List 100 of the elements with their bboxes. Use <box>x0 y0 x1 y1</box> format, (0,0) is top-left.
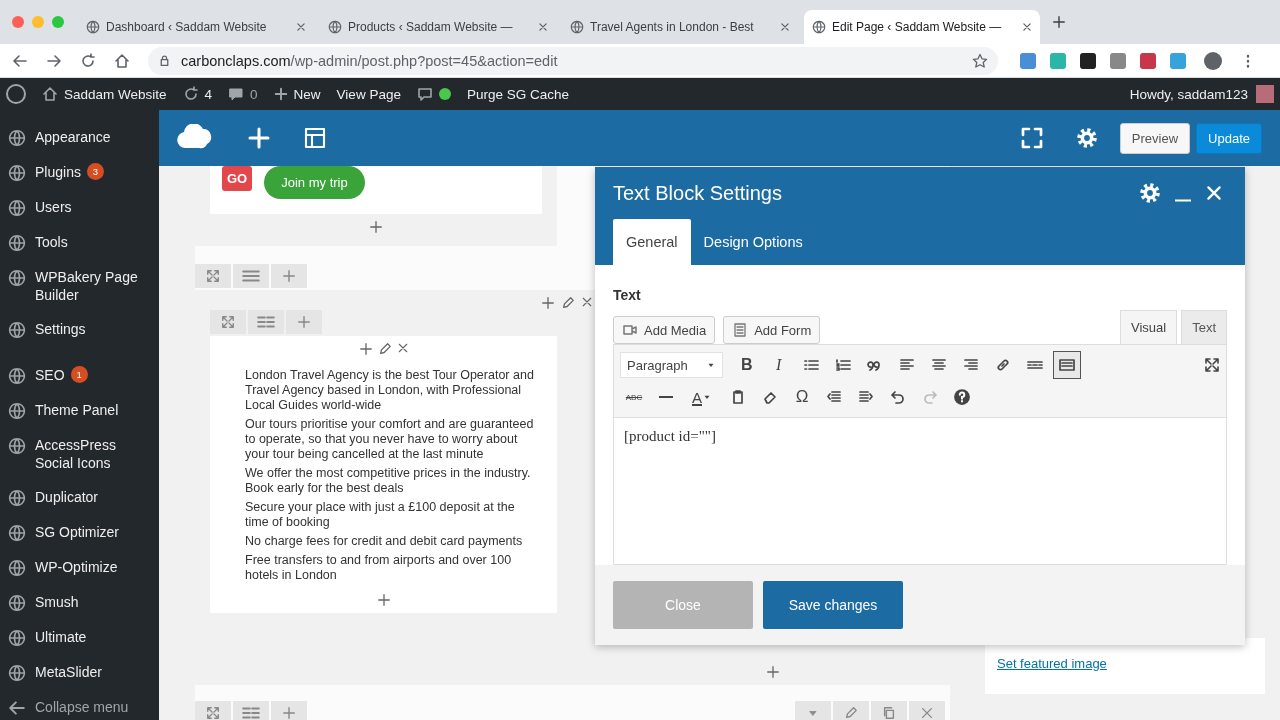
logo-icon[interactable] <box>6 84 26 104</box>
new-link[interactable]: New <box>293 86 321 102</box>
sidebar-item[interactable]: WPBakery Page Builder <box>35 268 151 304</box>
italic-button[interactable]: I <box>764 351 793 379</box>
update-button[interactable]: Update <box>1196 122 1262 154</box>
updates-count[interactable]: 4 <box>204 86 213 102</box>
undo-icon <box>890 389 906 405</box>
list-item: Our tours prioritise your comfort and are guaranteed to operate, so that you never have to worry about your tour being cancelled at the last minute <box>245 417 535 462</box>
copy-icon <box>882 706 896 720</box>
sidebar-item[interactable]: Theme Panel <box>35 401 119 419</box>
back-icon <box>12 52 28 69</box>
reload-icon <box>80 52 96 69</box>
toolbar-toggle-button[interactable] <box>1052 351 1081 379</box>
settings-icon[interactable] <box>1075 127 1098 149</box>
layout-handle[interactable] <box>248 310 284 334</box>
settings-icon[interactable] <box>1139 182 1161 204</box>
browser-tab[interactable]: Products ‹ Saddam Website — <box>320 10 556 44</box>
sidebar-item[interactable]: Smush <box>35 593 79 611</box>
editor-content[interactable]: [product id=""] <box>614 418 1226 564</box>
align-right-icon <box>962 357 979 373</box>
link-icon <box>994 357 1011 373</box>
sidebar-item[interactable]: Appearance <box>35 128 111 146</box>
list-item: London Travel Agency is the best Tour Operator and Travel Agency based in London, with Professional Local Guides world-wide <box>245 368 535 413</box>
dialog-tab[interactable]: Design Options <box>690 219 816 265</box>
indent-icon <box>858 389 874 405</box>
globe-icon <box>812 20 826 34</box>
collapse-icon <box>8 699 26 717</box>
pencil-icon <box>377 342 392 356</box>
plus-icon <box>282 269 296 283</box>
redo-icon <box>922 389 938 405</box>
window-close-button[interactable] <box>12 16 24 28</box>
sidebar-item[interactable]: Users <box>35 198 72 216</box>
plus-icon <box>358 342 373 356</box>
sidebar-item[interactable]: AccessPress Social Icons <box>35 436 151 472</box>
comments-count[interactable]: 0 <box>250 86 258 102</box>
text-color-button[interactable]: A <box>684 383 720 411</box>
preview-button[interactable]: Preview <box>1119 122 1191 154</box>
strikethrough-button[interactable]: ABC <box>620 383 648 411</box>
list-item: We offer the most competitive prices in the industry. Book early for the best deals <box>245 466 532 496</box>
field-label: Text <box>613 287 642 303</box>
move-handle[interactable] <box>195 264 231 288</box>
sidebar-item[interactable]: SEO 1 <box>35 366 88 384</box>
sidebar-item[interactable]: Tools <box>35 233 68 251</box>
align-left-icon <box>898 357 915 373</box>
delete-button[interactable] <box>909 701 945 720</box>
list-item: Free transfers to and from airports and over 100 hotels in London <box>245 553 513 583</box>
edit-button[interactable] <box>833 701 869 720</box>
purge-cache-link[interactable]: Purge SG Cache <box>466 86 569 102</box>
bold-button[interactable]: B <box>732 351 761 379</box>
sidebar-item[interactable]: WP-Optimize <box>35 558 118 576</box>
view-page-link[interactable]: View Page <box>336 86 401 102</box>
add-form-button[interactable]: Add Form <box>723 316 821 344</box>
globe-icon <box>328 20 342 34</box>
format-dropdown[interactable]: Paragraph <box>620 352 723 378</box>
profile-icon[interactable] <box>1204 51 1222 70</box>
layout-handle[interactable] <box>233 701 269 720</box>
plus-icon <box>282 706 296 720</box>
sidebar-item[interactable]: Settings <box>35 320 86 338</box>
special-char-button[interactable]: Ω <box>788 383 816 411</box>
home-icon <box>42 86 58 102</box>
forward-icon <box>46 52 62 69</box>
pencil-icon <box>844 706 858 720</box>
extension-icon[interactable] <box>1080 52 1096 69</box>
save-changes-button[interactable]: Save changes <box>763 581 903 629</box>
fullscreen-icon <box>1204 357 1220 373</box>
close-icon <box>581 296 593 308</box>
collapse-menu-link[interactable]: Collapse menu <box>35 698 129 716</box>
move-handle[interactable] <box>195 701 231 720</box>
sidebar-item[interactable]: SG Optimizer <box>35 523 119 541</box>
close-icon <box>296 22 306 32</box>
clone-button[interactable] <box>871 701 907 720</box>
sidebar-item[interactable]: Duplicator <box>35 488 99 506</box>
globe-icon <box>570 20 584 34</box>
expand-icon <box>221 315 235 329</box>
set-featured-image-link[interactable]: Set featured image <box>997 656 1107 671</box>
minimize-icon[interactable] <box>1175 198 1191 202</box>
go-badge: GO <box>222 166 253 191</box>
close-icon <box>1022 22 1032 32</box>
browser-tab[interactable]: Dashboard ‹ Saddam Website <box>78 10 314 44</box>
move-handle[interactable] <box>210 310 246 334</box>
numbered-list-icon <box>834 357 851 373</box>
editor-tab[interactable]: Text <box>1181 310 1227 344</box>
browser-tab[interactable]: Travel Agents in London - Best <box>562 10 798 44</box>
expand-icon <box>206 706 220 720</box>
list-item: Secure your place with just a £100 deposit at the time of booking <box>245 500 516 530</box>
layout-handle[interactable] <box>233 264 269 288</box>
site-link[interactable]: Saddam Website <box>64 86 167 102</box>
sidebar-item[interactable]: Ultimate <box>35 628 87 646</box>
editor-tab[interactable]: Visual <box>1119 310 1178 344</box>
plus-icon <box>247 126 271 150</box>
address-field[interactable]: carbonclaps.com/wp-admin/post.php?post=45&action=edit <box>148 46 998 75</box>
sidebar-item[interactable]: Plugins 3 <box>35 163 104 181</box>
plus-icon <box>273 87 288 101</box>
user-greeting[interactable]: Howdy, saddam123 <box>1129 86 1248 102</box>
browser-tab[interactable]: Edit Page ‹ Saddam Website — <box>804 10 1040 44</box>
add-media-button[interactable]: Add Media <box>613 316 716 344</box>
pencil-icon <box>561 296 575 310</box>
dialog-tab[interactable]: General <box>613 219 691 265</box>
sidebar-item[interactable]: MetaSlider <box>35 663 102 681</box>
toolbar-toggle-icon <box>1058 357 1075 373</box>
